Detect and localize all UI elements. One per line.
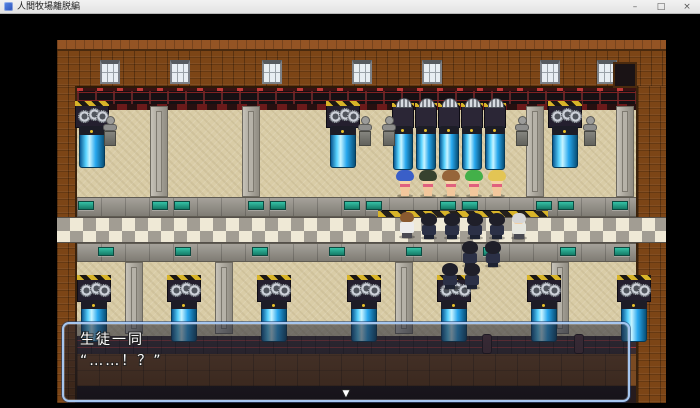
wall-window	[170, 60, 190, 84]
stone-pillar	[616, 106, 634, 197]
statue-pedestal	[102, 116, 118, 148]
console-screen	[270, 201, 286, 210]
character-student	[440, 262, 460, 290]
right-wall	[636, 86, 666, 403]
console-screen	[78, 201, 94, 210]
console-screen	[406, 247, 422, 256]
stone-pillar	[242, 106, 260, 197]
game-viewport[interactable]: 生徒一同 “……！？” ▼	[57, 40, 666, 403]
console-screen	[366, 201, 382, 210]
blue-tank-machine	[415, 106, 437, 170]
window-title: 人間牧場離脱編	[17, 0, 80, 14]
gear-tank-machine	[548, 104, 582, 168]
continue-arrow-icon[interactable]: ▼	[343, 389, 350, 399]
character-girl	[418, 170, 438, 198]
wall-window	[262, 60, 282, 84]
gear-tank-machine	[326, 104, 360, 168]
console-screen	[329, 247, 345, 256]
blue-tank-machine	[484, 106, 506, 170]
console-screen	[462, 201, 478, 210]
character-student	[442, 212, 462, 240]
console-screen	[98, 247, 114, 256]
statue-pedestal	[514, 116, 530, 148]
window-controls: – □ ×	[622, 0, 700, 14]
wall-doorway	[613, 62, 637, 88]
character-girl	[441, 170, 461, 198]
console-screen	[560, 247, 576, 256]
console-screen	[344, 201, 360, 210]
minimize-button[interactable]: –	[622, 0, 648, 14]
dialogue-box[interactable]: 生徒一同 “……！？” ▼	[62, 322, 630, 402]
console-screen	[174, 201, 190, 210]
console-screen	[252, 247, 268, 256]
character-elder	[509, 212, 529, 240]
console-screen	[536, 201, 552, 210]
console-screen	[152, 201, 168, 210]
character-girl	[395, 170, 415, 198]
console-screen	[612, 201, 628, 210]
stone-pillar	[150, 106, 168, 197]
wall-window	[352, 60, 372, 84]
console-screen	[248, 201, 264, 210]
blue-tank-machine	[461, 106, 483, 170]
title-bar: 人間牧場離脱編 – □ ×	[0, 0, 700, 14]
statue-pedestal	[582, 116, 598, 148]
character-adult	[397, 211, 417, 239]
wall-window	[422, 60, 442, 84]
dialogue-speaker: 生徒一同	[80, 329, 144, 349]
maximize-button[interactable]: □	[648, 0, 674, 14]
character-girl	[464, 170, 484, 198]
console-screen	[558, 201, 574, 210]
application-window: 人間牧場離脱編 – □ × 生徒一同 “……！？” ▼	[0, 0, 700, 408]
character-student	[419, 212, 439, 240]
diamond-walkway	[57, 217, 666, 243]
console-screen	[614, 247, 630, 256]
close-button[interactable]: ×	[674, 0, 700, 14]
blue-tank-machine	[438, 106, 460, 170]
wall-window	[100, 60, 120, 84]
statue-pedestal	[357, 116, 373, 148]
character-student	[462, 262, 482, 290]
app-icon	[4, 2, 13, 11]
dialogue-text: “……！？”	[80, 350, 163, 370]
character-student	[465, 212, 485, 240]
character-student	[483, 240, 503, 268]
character-student	[487, 212, 507, 240]
wall-window	[540, 60, 560, 84]
character-girl	[487, 170, 507, 198]
console-row-2	[77, 243, 636, 262]
statue-pedestal	[381, 116, 397, 148]
console-screen	[175, 247, 191, 256]
console-screen	[440, 201, 456, 210]
